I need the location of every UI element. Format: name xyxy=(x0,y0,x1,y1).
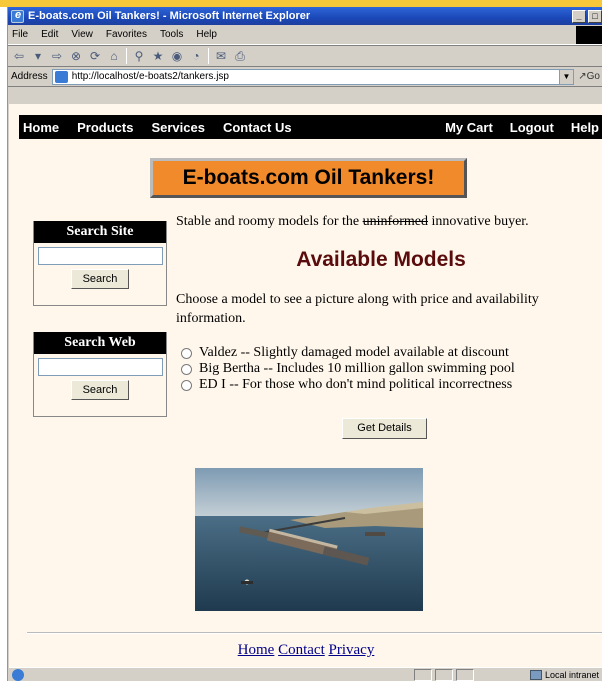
footer-privacy-link[interactable]: Privacy xyxy=(329,642,375,658)
chevron-down-icon[interactable]: ▼ xyxy=(559,69,573,84)
windows-logo-icon xyxy=(576,25,602,44)
nav-help[interactable]: Help xyxy=(571,120,599,135)
footer-contact-link[interactable]: Contact xyxy=(278,642,325,658)
tanker-image xyxy=(195,468,423,611)
page-viewport: Home Products Services Contact Us My Car… xyxy=(9,104,602,667)
menu-edit[interactable]: Edit xyxy=(41,29,58,40)
status-bar: Local intranet xyxy=(9,667,602,681)
page-icon xyxy=(54,70,68,83)
toolbar-separator xyxy=(126,48,127,64)
search-site-button[interactable]: Search xyxy=(71,269,129,289)
page-status-icon xyxy=(12,668,24,681)
forward-icon[interactable]: ⇨ xyxy=(50,49,64,63)
status-pane xyxy=(456,668,474,681)
search-site-input[interactable] xyxy=(38,247,163,265)
models-heading: Available Models xyxy=(296,248,466,271)
address-bar: Address http://localhost/e-boats2/tanker… xyxy=(8,67,602,87)
nav-home[interactable]: Home xyxy=(23,120,59,135)
model-option[interactable]: Big Bertha -- Includes 10 million gallon… xyxy=(181,361,601,377)
history-icon[interactable]: ◔ xyxy=(189,49,203,63)
menu-favorites[interactable]: Favorites xyxy=(106,29,147,40)
menu-view[interactable]: View xyxy=(71,29,93,40)
menu-tools[interactable]: Tools xyxy=(160,29,183,40)
favorites-icon[interactable]: ★ xyxy=(151,49,165,63)
model-label: Valdez -- Slightly damaged model availab… xyxy=(199,345,509,360)
model-label: Big Bertha -- Includes 10 million gallon… xyxy=(199,361,515,376)
nav-services[interactable]: Services xyxy=(151,120,205,135)
get-details-button[interactable]: Get Details xyxy=(342,418,427,439)
toolbar-separator xyxy=(208,48,209,64)
footer-home-link[interactable]: Home xyxy=(238,642,275,658)
status-pane xyxy=(435,668,453,681)
refresh-icon[interactable]: ⟳ xyxy=(88,49,102,63)
mail-icon[interactable]: ✉ xyxy=(214,49,228,63)
model-option[interactable]: ED I -- For those who don't mind politic… xyxy=(181,377,601,393)
status-pane xyxy=(414,668,432,681)
model-radio[interactable] xyxy=(181,363,192,375)
address-input[interactable]: http://localhost/e-boats2/tankers.jsp ▼ xyxy=(51,68,574,85)
model-radio[interactable] xyxy=(181,379,192,391)
search-web-box: Search Web Search xyxy=(33,332,167,417)
model-option[interactable]: Valdez -- Slightly damaged model availab… xyxy=(181,345,601,361)
search-site-box: Search Site Search xyxy=(33,221,167,306)
menu-file[interactable]: File xyxy=(12,29,28,40)
model-label: ED I -- For those who don't mind politic… xyxy=(199,377,513,392)
stop-icon[interactable]: ⊗ xyxy=(69,49,83,63)
menu-help[interactable]: Help xyxy=(196,29,217,40)
search-icon[interactable]: ⚲ xyxy=(132,49,146,63)
choose-text: Choose a model to see a picture along wi… xyxy=(176,292,539,326)
address-label: Address xyxy=(11,71,48,82)
nav-contact-us[interactable]: Contact Us xyxy=(223,120,292,135)
zone-indicator: Local intranet xyxy=(529,669,602,680)
desktop-strip xyxy=(0,0,602,7)
site-navbar: Home Products Services Contact Us My Car… xyxy=(19,115,602,139)
back-icon[interactable]: ⇦ xyxy=(12,49,26,63)
search-web-button[interactable]: Search xyxy=(71,380,129,400)
nav-logout[interactable]: Logout xyxy=(510,120,554,135)
nav-my-cart[interactable]: My Cart xyxy=(445,120,493,135)
footer-links: Home Contact Privacy xyxy=(9,642,602,659)
menu-bar: File Edit View Favorites Tools Help xyxy=(8,25,602,45)
toolbar: ⇦ ▾ ⇨ ⊗ ⟳ ⌂ ⚲ ★ ◉ ◔ ✉ ⎙ xyxy=(8,45,602,67)
media-icon[interactable]: ◉ xyxy=(170,49,184,63)
search-web-input[interactable] xyxy=(38,358,163,376)
struck-word: uninformed xyxy=(362,214,428,229)
tanker-photo xyxy=(195,468,423,611)
window-title: E-boats.com Oil Tankers! - Microsoft Int… xyxy=(28,10,311,22)
search-web-title: Search Web xyxy=(34,332,166,354)
zone-label: Local intranet xyxy=(544,669,599,680)
intro-text: Stable and roomy models for the uninform… xyxy=(176,214,529,229)
minimize-button[interactable]: _ xyxy=(572,9,586,23)
page-banner: E-boats.com Oil Tankers! xyxy=(150,158,467,198)
dropdown-arrow-icon[interactable]: ▾ xyxy=(31,49,45,63)
maximize-button[interactable]: □ xyxy=(588,9,602,23)
search-site-title: Search Site xyxy=(34,221,166,243)
intranet-icon xyxy=(529,669,542,680)
title-bar[interactable]: E-boats.com Oil Tankers! - Microsoft Int… xyxy=(8,7,602,25)
nav-products[interactable]: Products xyxy=(77,120,133,135)
ie-icon xyxy=(11,9,24,23)
go-button[interactable]: ↗Go xyxy=(574,71,602,82)
model-radio[interactable] xyxy=(181,347,192,359)
print-icon[interactable]: ⎙ xyxy=(233,49,247,64)
address-url: http://localhost/e-boats2/tankers.jsp xyxy=(71,71,229,82)
footer-divider xyxy=(27,632,602,634)
model-list: Valdez -- Slightly damaged model availab… xyxy=(181,345,601,393)
browser-window: E-boats.com Oil Tankers! - Microsoft Int… xyxy=(7,7,602,681)
web-page: Home Products Services Contact Us My Car… xyxy=(9,104,602,667)
home-icon[interactable]: ⌂ xyxy=(107,49,121,63)
